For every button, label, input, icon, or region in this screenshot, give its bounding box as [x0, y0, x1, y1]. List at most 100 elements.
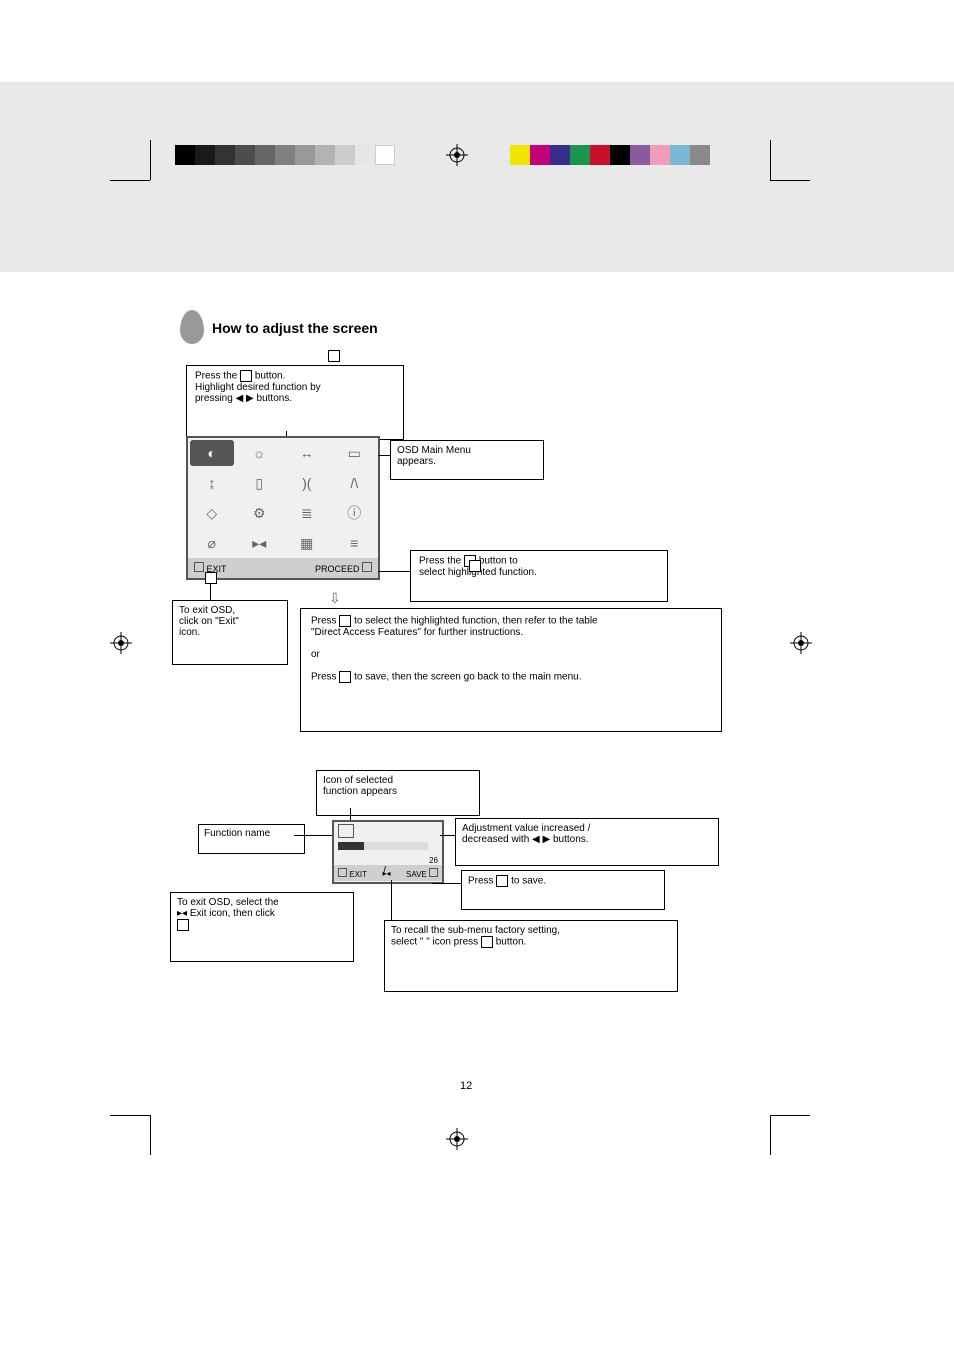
button-glyph-icon: [339, 615, 351, 627]
text: to select the highlighted function, then…: [354, 616, 598, 627]
contrast-icon: ◐: [190, 440, 234, 466]
button-glyph-icon: [496, 875, 508, 887]
text: Press the: [419, 556, 464, 567]
crop-mark: [110, 1115, 150, 1116]
button-glyph-icon: [481, 936, 493, 948]
text: select " " icon press: [391, 937, 481, 948]
text: decreased with: [462, 834, 532, 845]
text: OSD Main Menu: [397, 445, 471, 456]
text: Press the: [195, 371, 240, 382]
info-icon: ⓘ: [331, 498, 379, 528]
leader-line: [378, 571, 410, 572]
left-right-arrow-icon: ◀ ▶: [236, 393, 254, 404]
trapezoid-icon: /\: [331, 468, 379, 498]
osd-caption: OSD Main Menu appears.: [390, 440, 544, 480]
text: Icon of selected: [323, 775, 393, 786]
hsize-icon: ↔: [283, 438, 331, 468]
degauss-icon: ⌀: [188, 528, 236, 558]
hpos-icon: ▭: [331, 438, 379, 468]
text: button to: [479, 556, 518, 567]
step3-step4-callout: Press to select the highlighted function…: [300, 608, 722, 732]
text: function appears: [323, 786, 397, 797]
moire-icon: ▦: [283, 528, 331, 558]
button-glyph-icon: [177, 919, 189, 931]
left-right-arrow-icon: ◀ ▶: [532, 834, 550, 845]
text: Highlight desired function by: [195, 382, 321, 393]
text: icon.: [179, 627, 200, 638]
text: Function name: [204, 828, 270, 839]
adjustment-caption: Adjustment value increased / decreased w…: [455, 818, 719, 866]
button-glyph-icon: [339, 671, 351, 683]
text: pressing: [195, 393, 236, 404]
leader-line: [378, 455, 390, 456]
rotation-icon: ◇: [188, 498, 236, 528]
slash-separator: /: [383, 865, 386, 877]
registration-mark-icon: [110, 632, 132, 654]
pincushion-icon: )(: [283, 468, 331, 498]
page-number: 12: [460, 1080, 472, 1092]
crop-mark: [110, 180, 150, 181]
text: Press: [311, 672, 339, 683]
misc-icon: ≡: [331, 528, 379, 558]
crop-mark: [150, 140, 151, 180]
osd-main-menu: ◐ ☼ ↔ ▭ ↨ ▯ )( /\ ◇ ⚙ ≣ ⓘ ⌀ ▸◂ ▦ ≡ EXIT …: [186, 436, 380, 580]
crop-mark: [770, 1115, 810, 1116]
text: appears.: [397, 456, 436, 467]
text: Exit icon, then click: [190, 908, 275, 919]
leader-line: [440, 835, 455, 836]
exit-callout: To exit OSD, click on "Exit" icon.: [172, 600, 288, 665]
recall-icon: ▸◂: [236, 528, 284, 558]
leader-line: [391, 880, 392, 920]
button-glyph-icon: [328, 350, 340, 362]
sub-save-label: SAVE: [406, 868, 438, 879]
text: Press: [468, 876, 496, 887]
recall-caption: To recall the sub-menu factory setting, …: [384, 920, 678, 992]
text: Adjustment value increased /: [462, 823, 590, 834]
print-bleed-band: [0, 82, 954, 272]
button-glyph-icon: [469, 560, 481, 572]
text: to save.: [511, 876, 546, 887]
selected-icon-caption: Icon of selected function appears: [316, 770, 480, 816]
button-glyph-icon: [205, 572, 217, 584]
vpos-icon: ▯: [236, 468, 284, 498]
crop-mark: [150, 1115, 151, 1155]
osd-proceed-label: PROCEED: [315, 562, 372, 574]
text: "Direct Access Features" for further ins…: [311, 627, 523, 638]
text: To exit OSD,: [179, 605, 235, 616]
text: buttons.: [553, 834, 589, 845]
registration-mark-icon: [790, 632, 812, 654]
text: To exit OSD, select the: [177, 897, 279, 908]
button-glyph-icon: [240, 370, 252, 382]
text: To recall the sub-menu factory setting,: [391, 925, 560, 936]
text: button.: [496, 937, 527, 948]
text: button.: [255, 371, 286, 382]
recall-glyph-icon: ▸◂: [177, 908, 187, 919]
leader-line: [210, 584, 211, 600]
progress-empty: [364, 842, 428, 850]
section-bullet-icon: [180, 310, 204, 344]
crop-mark: [770, 140, 771, 180]
osd-sub-menu: 26 EXIT ▸◂ SAVE: [332, 820, 444, 884]
function-name-caption: Function name: [198, 824, 305, 854]
text: buttons.: [257, 393, 293, 404]
adjustment-value: 26: [334, 856, 442, 865]
text: click on "Exit": [179, 616, 239, 627]
section-title: How to adjust the screen: [212, 320, 378, 336]
leader-line: [432, 883, 461, 884]
crop-mark: [770, 1115, 771, 1155]
save-caption: Press to save.: [461, 870, 665, 910]
text: or: [311, 649, 320, 660]
exit2-callout: To exit OSD, select the ▸◂ Exit icon, th…: [170, 892, 354, 962]
crop-mark: [770, 180, 810, 181]
language-icon: ≣: [283, 498, 331, 528]
text: Press: [311, 616, 339, 627]
sub-exit-label: EXIT: [338, 868, 367, 879]
grayscale-calibration-bar: [175, 145, 395, 165]
step1-callout: Press the button. Highlight desired func…: [186, 365, 404, 440]
step2-callout: Press the button to select highlighted f…: [410, 550, 668, 602]
brightness-icon: ☼: [236, 438, 284, 468]
down-arrow-icon: ⇩: [329, 590, 341, 607]
progress-fill: [338, 842, 364, 850]
registration-mark-icon: [446, 144, 468, 166]
hpos-icon: [338, 824, 354, 838]
